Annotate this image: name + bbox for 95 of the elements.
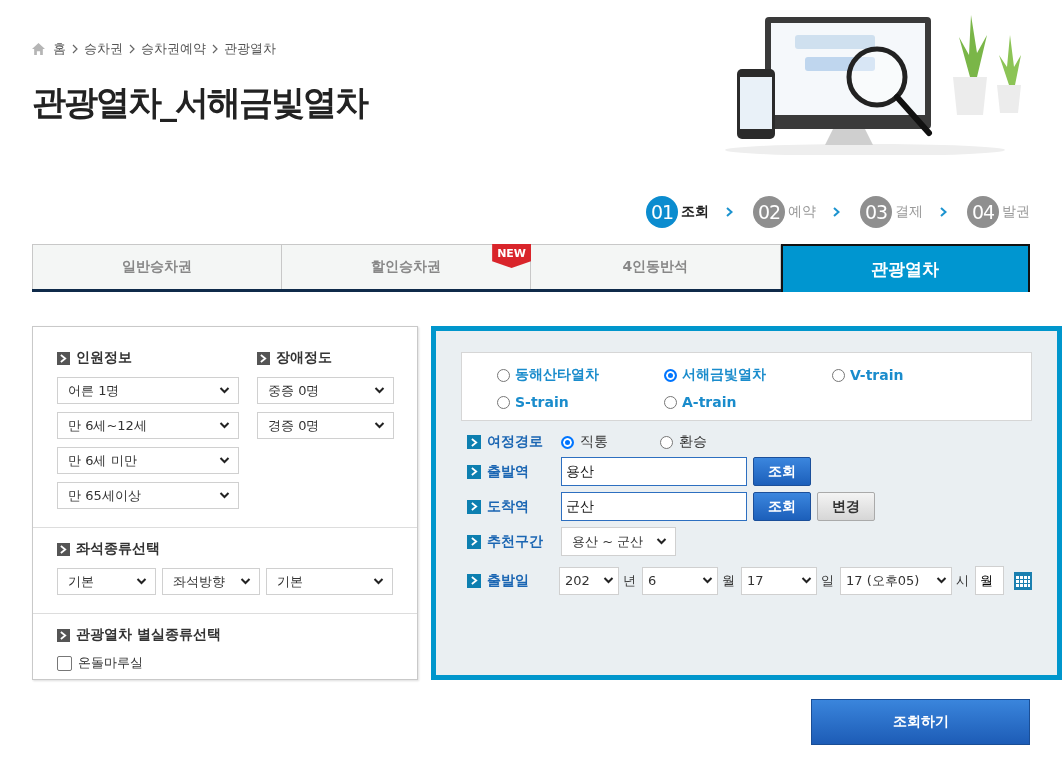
step-label: 조회 — [681, 203, 709, 221]
radio-button[interactable] — [660, 435, 673, 449]
field-label: 여정경로 — [487, 433, 543, 451]
radio-label[interactable]: 직통 — [580, 433, 608, 451]
select-field[interactable]: 만 65세이상 — [57, 482, 239, 509]
chevron-icon — [374, 422, 385, 429]
bullet-icon — [57, 628, 70, 642]
bullet-icon — [467, 435, 481, 449]
radio-button[interactable] — [832, 368, 845, 382]
chevron-icon — [219, 457, 230, 464]
radio-label[interactable]: S-train — [515, 394, 569, 410]
step-label: 예약 — [788, 203, 816, 221]
chevron-icon — [940, 207, 947, 217]
breadcrumb-link[interactable]: 홈 — [53, 40, 66, 58]
section-heading: 인원정보 — [76, 349, 132, 367]
chevron-icon — [833, 207, 840, 217]
breadcrumb-link[interactable]: 관광열차 — [224, 40, 276, 58]
breadcrumb-link[interactable]: 승차권 — [84, 40, 123, 58]
search-button[interactable]: 조회하기 — [811, 699, 1030, 745]
chevron-icon — [656, 538, 667, 545]
chevron-icon — [936, 577, 947, 584]
chevron-icon — [726, 207, 733, 217]
step-label: 발권 — [1002, 203, 1030, 221]
step-number: 01 — [646, 196, 678, 228]
unit-label: 일 — [821, 571, 834, 590]
chevron-icon — [219, 387, 230, 394]
chevron-icon — [219, 422, 230, 429]
section-heading: 좌석종류선택 — [76, 540, 160, 558]
chevron-icon — [129, 44, 135, 54]
field-label: 출발역 — [487, 462, 529, 481]
radio-button[interactable] — [497, 395, 510, 409]
field-label: 출발일 — [487, 571, 529, 590]
select-field[interactable]: 6 — [642, 566, 718, 595]
select-field[interactable]: 202 — [559, 566, 619, 595]
radio-button[interactable] — [664, 368, 677, 382]
select-field[interactable]: 어른 1명 — [57, 377, 239, 404]
unit-label: 월 — [722, 571, 735, 590]
select-field[interactable]: 기본 — [266, 568, 393, 595]
section-heading: 관광열차 별실종류선택 — [76, 626, 221, 644]
checkbox[interactable] — [57, 655, 72, 671]
page-title: 관광열차_서해금빛열차 — [32, 81, 367, 124]
section-heading: 장애정도 — [276, 349, 332, 367]
radio-button[interactable] — [497, 368, 510, 382]
chevron-icon — [603, 577, 614, 584]
step-number: 03 — [860, 196, 892, 228]
radio-label[interactable]: A-train — [682, 394, 737, 410]
lookup-button[interactable]: 조회 — [753, 457, 811, 486]
step-label: 결제 — [895, 203, 923, 221]
field-label: 추천구간 — [487, 532, 543, 551]
select-field[interactable]: 17 (오후05) — [840, 566, 952, 595]
station-input[interactable]: 군산 — [561, 492, 747, 521]
checkbox-label[interactable]: 온돌마루실 — [78, 654, 143, 672]
radio-button[interactable] — [664, 395, 677, 409]
step-number: 02 — [753, 196, 785, 228]
bullet-icon — [57, 351, 70, 365]
bullet-icon — [467, 534, 481, 549]
step-number: 04 — [967, 196, 999, 228]
bullet-icon — [57, 542, 70, 556]
radio-label[interactable]: 동해산타열차 — [515, 366, 599, 384]
chevron-icon — [72, 44, 78, 54]
select-field[interactable]: 만 6세~12세 — [57, 412, 239, 439]
chevron-icon — [240, 578, 252, 585]
select-field[interactable]: 좌석방향 — [161, 568, 261, 595]
home-icon[interactable] — [32, 43, 45, 55]
radio-label[interactable]: 환승 — [679, 433, 707, 451]
chevron-icon — [801, 577, 812, 584]
lookup-button[interactable]: 변경 — [817, 492, 875, 521]
lookup-button[interactable]: 조회 — [753, 492, 811, 521]
unit-label: 년 — [623, 571, 636, 590]
chevron-icon — [219, 492, 230, 499]
select-field[interactable]: 17 — [741, 566, 817, 595]
chevron-icon — [373, 578, 384, 585]
select-field[interactable]: 만 6세 미만 — [57, 447, 239, 474]
field-label: 도착역 — [487, 497, 529, 516]
unit-label: 시 — [956, 571, 969, 590]
radio-button[interactable] — [561, 435, 574, 449]
chevron-icon — [702, 577, 713, 584]
station-input[interactable]: 용산 — [561, 457, 747, 486]
radio-label[interactable]: 서해금빛열차 — [682, 366, 766, 384]
chevron-icon — [212, 44, 218, 54]
bullet-icon — [257, 351, 270, 365]
select-field[interactable]: 기본 — [57, 568, 156, 595]
chevron-icon — [135, 578, 147, 585]
calendar-icon[interactable] — [1014, 571, 1032, 590]
chevron-icon — [374, 387, 385, 394]
radio-label[interactable]: V-train — [850, 367, 904, 383]
bullet-icon — [467, 499, 481, 514]
breadcrumb-link[interactable]: 승차권예약 — [141, 40, 206, 58]
select-field[interactable]: 경증 0명 — [257, 412, 394, 439]
new-badge: NEW — [492, 244, 531, 268]
bullet-icon — [467, 573, 481, 588]
input-field[interactable]: 월 — [975, 566, 1004, 595]
bullet-icon — [467, 464, 481, 479]
select-field[interactable]: 용산 ~ 군산 — [561, 527, 676, 556]
select-field[interactable]: 중증 0명 — [257, 377, 394, 404]
